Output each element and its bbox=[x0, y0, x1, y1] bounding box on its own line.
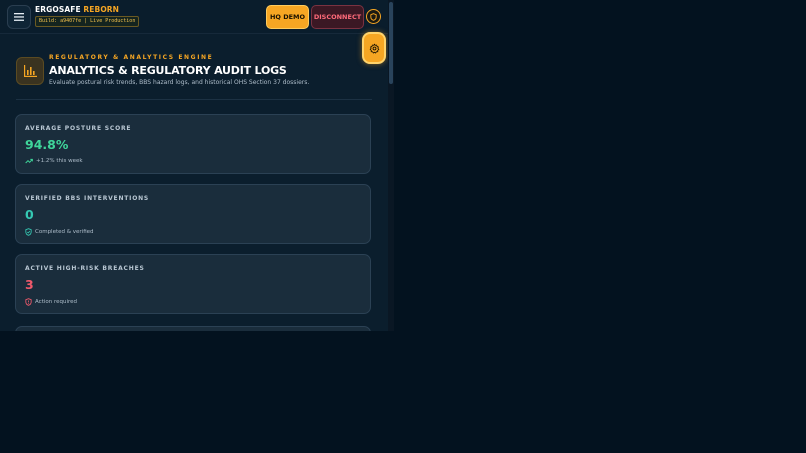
card-note: Completed & verified bbox=[25, 228, 94, 236]
bar-chart-icon bbox=[23, 65, 37, 77]
scrollbar[interactable] bbox=[388, 0, 394, 331]
app-window: ERGOSAFE REBORN Build: a9407fe | Live Pr… bbox=[0, 0, 388, 331]
trend-up-icon bbox=[25, 158, 33, 164]
card-label: AVERAGE POSTURE SCORE bbox=[25, 125, 132, 132]
scrollbar-thumb[interactable] bbox=[389, 2, 393, 84]
top-bar: ERGOSAFE REBORN Build: a9407fe | Live Pr… bbox=[0, 0, 388, 34]
card-note: Action required bbox=[25, 298, 77, 306]
card-partially-visible bbox=[15, 326, 371, 331]
profile-shield-button[interactable] bbox=[366, 9, 381, 24]
shield-icon bbox=[370, 12, 377, 21]
card-value: 94.8% bbox=[25, 137, 69, 152]
card-label: ACTIVE HIGH-RISK BREACHES bbox=[25, 265, 145, 272]
card-active-high-risk-breaches: ACTIVE HIGH-RISK BREACHES 3 Action requi… bbox=[15, 254, 371, 314]
menu-button[interactable] bbox=[7, 5, 31, 29]
brand-primary: ERGOSAFE bbox=[35, 5, 81, 14]
hamburger-icon bbox=[14, 13, 24, 21]
page-subtitle: Evaluate postural risk trends, BBS hazar… bbox=[49, 79, 310, 86]
card-note-text: +1.2% this week bbox=[36, 158, 83, 164]
card-verified-bbs-interventions: VERIFIED BBS INTERVENTIONS 0 Completed &… bbox=[15, 184, 371, 244]
shield-alert-icon bbox=[25, 298, 32, 306]
brand-accent: REBORN bbox=[83, 5, 120, 14]
hq-demo-button[interactable]: HQ DEMO bbox=[266, 5, 309, 29]
card-value: 3 bbox=[25, 277, 34, 292]
card-value: 0 bbox=[25, 207, 34, 222]
gear-icon bbox=[369, 43, 379, 53]
card-average-posture-score: AVERAGE POSTURE SCORE 94.8% +1.2% this w… bbox=[15, 114, 371, 174]
card-note-text: Completed & verified bbox=[35, 229, 94, 235]
brand-name: ERGOSAFE REBORN bbox=[35, 5, 119, 14]
section-kicker: REGULATORY & ANALYTICS ENGINE bbox=[49, 54, 214, 61]
page-title: ANALYTICS & REGULATORY AUDIT LOGS bbox=[49, 64, 287, 77]
header-divider bbox=[16, 99, 372, 100]
card-note: +1.2% this week bbox=[25, 158, 83, 164]
shield-check-icon bbox=[25, 228, 32, 236]
analytics-header-icon bbox=[16, 57, 44, 85]
card-note-text: Action required bbox=[35, 299, 78, 305]
build-badge: Build: a9407fe | Live Production bbox=[35, 16, 140, 27]
card-label: VERIFIED BBS INTERVENTIONS bbox=[25, 195, 150, 202]
settings-button[interactable] bbox=[362, 32, 386, 64]
disconnect-button[interactable]: DISCONNECT bbox=[311, 5, 364, 29]
